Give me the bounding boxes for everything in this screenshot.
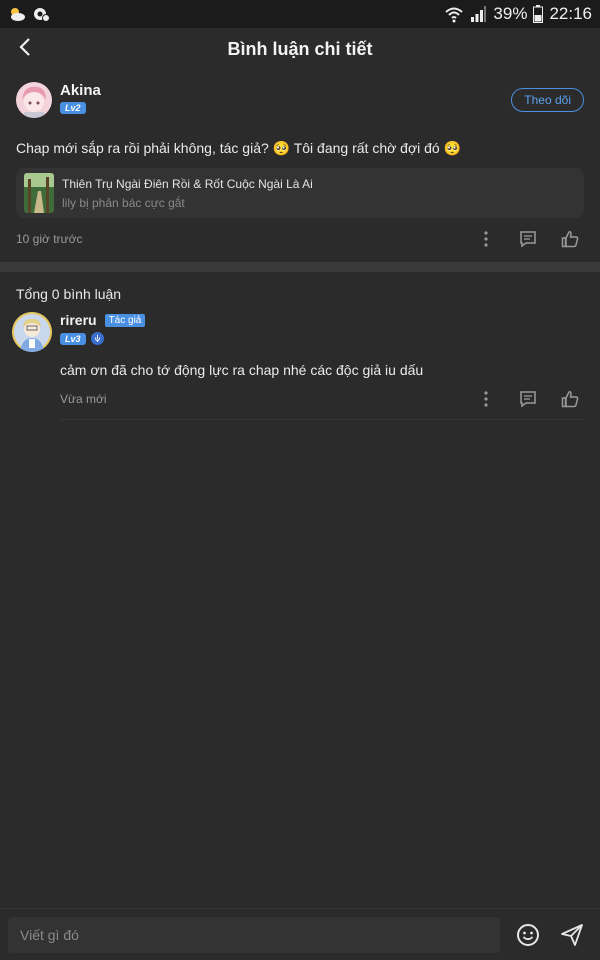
- post-author: Akina Lv2: [16, 82, 584, 122]
- comment-header: rireru Tác giả: [60, 312, 584, 328]
- signal-icon: [469, 5, 487, 23]
- author-name[interactable]: rireru: [60, 312, 97, 328]
- comment-badges: Lv3: [60, 332, 584, 345]
- comment-text: Chap mới sắp ra rồi phải không, tác giả?…: [16, 140, 462, 156]
- verified-icon: [90, 332, 104, 345]
- header: Bình luận chi tiết: [0, 28, 600, 70]
- battery-percent: 39%: [493, 4, 528, 23]
- battery-icon: [533, 5, 544, 23]
- level-badge: Lv2: [60, 102, 86, 114]
- weather-icon: [8, 5, 26, 23]
- like-icon[interactable]: [560, 229, 580, 249]
- book-cover-image: [24, 173, 54, 213]
- comment-text: cảm ơn đã cho tớ động lực ra chap nhé cá…: [60, 362, 424, 378]
- comment-time: Vừa mới: [60, 391, 107, 406]
- author-tag-badge: Tác giả: [104, 313, 146, 327]
- comment-meta-row: Vừa mới: [60, 378, 584, 420]
- main-comment: Akina Lv2 Theo dõi Chap mới sắp ra rồi p…: [0, 70, 600, 260]
- comment-body: rireru Tác giả Lv3 cảm ơn đã cho tớ động…: [60, 312, 584, 420]
- book-card[interactable]: Thiên Trụ Ngài Điên Rồi & Rốt Cuộc Ngài …: [16, 168, 584, 218]
- reply-icon[interactable]: [518, 229, 538, 249]
- like-icon[interactable]: [560, 389, 580, 409]
- follow-button[interactable]: Theo dõi: [511, 88, 584, 112]
- comment-input[interactable]: [8, 916, 500, 953]
- page-title: Bình luận chi tiết: [227, 38, 373, 59]
- post-actions: [476, 229, 584, 249]
- back-button[interactable]: [10, 34, 40, 64]
- settings-icon: [32, 5, 50, 23]
- post-meta-row: 10 giờ trước: [16, 218, 584, 260]
- wifi-icon: [445, 5, 464, 23]
- book-title: Thiên Trụ Ngài Điên Rồi & Rốt Cuộc Ngài …: [62, 176, 313, 191]
- more-options-icon[interactable]: [476, 389, 496, 409]
- avatar[interactable]: [12, 312, 52, 352]
- author-meta: Akina Lv2: [60, 82, 101, 114]
- comment-actions: [476, 389, 584, 409]
- avatar[interactable]: [16, 82, 52, 118]
- status-right: 39% 22:16: [445, 4, 592, 24]
- book-subtitle: lily bị phản bác cực gắt: [62, 195, 185, 210]
- reply-icon[interactable]: [518, 389, 538, 409]
- comment-input-bar: [0, 908, 600, 960]
- list-item: rireru Tác giả Lv3 cảm ơn đã cho tớ động…: [0, 312, 600, 420]
- send-icon[interactable]: [558, 921, 586, 949]
- book-info: Thiên Trụ Ngài Điên Rồi & Rốt Cuộc Ngài …: [62, 177, 313, 210]
- more-options-icon[interactable]: [476, 229, 496, 249]
- author-name[interactable]: Akina: [60, 82, 101, 99]
- comments-total: Tổng 0 bình luận: [16, 286, 122, 302]
- status-bar: 39% 22:16: [0, 0, 600, 28]
- back-arrow-icon: [18, 37, 32, 61]
- post-time: 10 giờ trước: [16, 232, 83, 246]
- status-left: [8, 5, 50, 23]
- emoji-icon[interactable]: [514, 921, 542, 949]
- clock: 22:16: [549, 4, 592, 23]
- section-divider: [0, 262, 600, 272]
- level-badge: Lv3: [60, 332, 86, 345]
